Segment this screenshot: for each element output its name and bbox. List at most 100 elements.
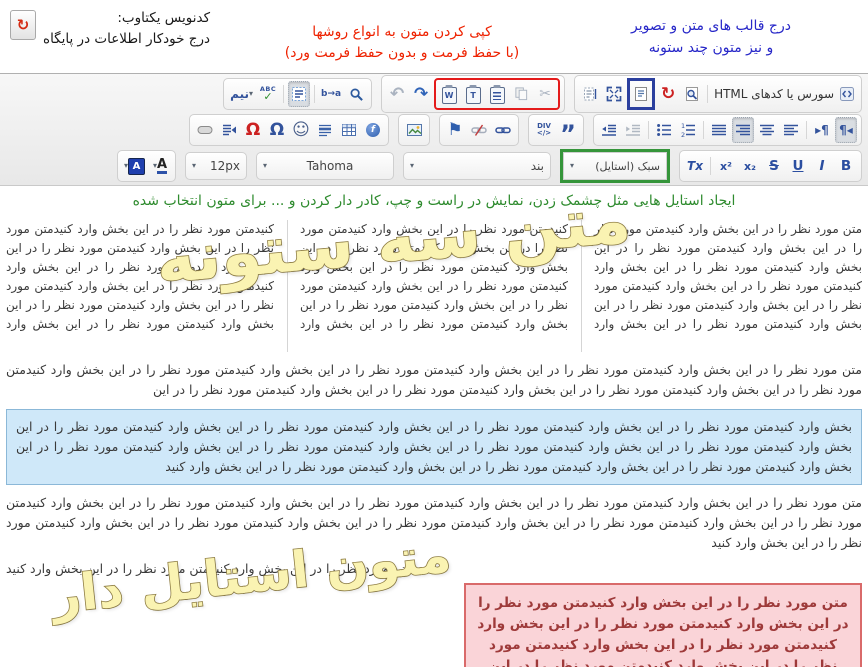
align-right-button[interactable] <box>732 117 754 143</box>
div-container-button[interactable]: DIV </> <box>533 117 555 143</box>
search-icon <box>349 87 364 102</box>
preview-icon <box>684 86 700 102</box>
superscript-button[interactable]: x² <box>715 153 737 179</box>
indent-decrease-button[interactable] <box>598 117 620 143</box>
paste-from-word-button[interactable]: W <box>438 81 460 107</box>
subscript-button[interactable]: x₂ <box>739 153 761 179</box>
block-group: DIV </> ” <box>528 114 584 146</box>
strikethrough-icon: S <box>769 158 779 174</box>
italic-icon: I <box>819 158 824 174</box>
spellcheck-button[interactable]: ABC ✓ <box>257 81 279 107</box>
superscript-icon: x² <box>720 160 732 173</box>
blockquote-button[interactable]: ” <box>557 117 579 143</box>
show-blocks-button[interactable] <box>579 81 601 107</box>
toolbar-row-2: Ω Ω ☺ f <box>6 112 862 148</box>
flash-button[interactable]: f <box>362 117 384 143</box>
codewriter-annotation-line2: درج خودکار اطلاعات در پایگاه <box>43 29 210 50</box>
paste-annotation-frame: W T ✂ <box>434 78 560 110</box>
codewriter-annotation: کدنویس یکتاوب: درج خودکار اطلاعات در پای… <box>10 8 232 50</box>
indent-increase-icon <box>625 123 641 138</box>
copy-button[interactable] <box>510 81 532 107</box>
body-paragraph-1[interactable]: متن مورد نظر را در این بخش وارد کنیدمتن … <box>6 360 862 400</box>
special-char-farsi-button[interactable]: Ω <box>242 117 264 143</box>
search-button[interactable] <box>345 81 367 107</box>
italic-button[interactable]: I <box>811 153 833 179</box>
strikethrough-button[interactable]: S <box>763 153 785 179</box>
text-color-button[interactable]: ▾ A <box>149 153 171 179</box>
image-button[interactable] <box>403 117 425 143</box>
half-space-button[interactable]: نیم ▾ <box>228 81 255 107</box>
anchor-flag-icon: ⚑ <box>447 122 462 139</box>
align-right-icon <box>735 123 751 138</box>
paragraph-format-dropdown[interactable]: ▾ بند <box>403 152 551 180</box>
source-button[interactable]: سورس یا کدهای HTML <box>712 81 857 107</box>
paste-button[interactable] <box>486 81 508 107</box>
blue-highlight-box[interactable]: بخش وارد کنیدمتن مورد نظر را در این بخش … <box>6 409 862 485</box>
omega-blue-icon: Ω <box>270 122 284 139</box>
codewriter-icon: ↻ <box>17 16 30 34</box>
style-dropdown[interactable]: ▾ سبک (استایل) <box>563 152 667 180</box>
undo-button[interactable]: ↶ <box>386 81 408 107</box>
editor-content[interactable]: متن مورد نظر را در این بخش وارد کنیدمتن … <box>0 220 868 667</box>
numbered-list-button[interactable]: 12 <box>677 117 699 143</box>
unlink-button[interactable] <box>468 117 490 143</box>
anchor-button[interactable]: ⚑ <box>444 117 466 143</box>
special-char-button[interactable]: Ω <box>266 117 288 143</box>
select-all-button[interactable] <box>288 81 310 107</box>
find-replace-button[interactable]: b→a <box>319 81 343 107</box>
codewriter-mini-button[interactable]: ↻ <box>10 10 36 40</box>
link-button[interactable] <box>492 117 514 143</box>
separator <box>710 157 711 175</box>
toolbar-row-1: نیم ▾ ABC ✓ b→a <box>6 76 862 112</box>
find-group: نیم ▾ ABC ✓ b→a <box>223 78 372 110</box>
chevron-down-icon: ▾ <box>570 162 574 170</box>
paste-icon <box>490 87 505 104</box>
document-group: ↻ سورس یا کدهای HTML <box>574 75 862 113</box>
paste-text-icon: T <box>466 87 481 104</box>
body-paragraph-2[interactable]: متن مورد نظر را در این بخش وارد کنیدمتن … <box>6 493 862 553</box>
page-break-button[interactable] <box>218 117 240 143</box>
table-button[interactable] <box>338 117 360 143</box>
align-center-button[interactable] <box>756 117 778 143</box>
bullet-list-button[interactable] <box>653 117 675 143</box>
horizontal-rule-button[interactable] <box>314 117 336 143</box>
copy-annotation: کپی کردن متون به انواع روشها (با حفظ فرم… <box>237 22 567 64</box>
remove-format-button[interactable]: Tx <box>684 153 706 179</box>
smiley-icon: ☺ <box>292 122 310 139</box>
maximize-button[interactable] <box>603 81 625 107</box>
subscript-icon: x₂ <box>744 160 756 173</box>
text-color-icon: A <box>157 158 167 175</box>
templates-button[interactable] <box>630 81 652 107</box>
templates-icon <box>633 86 649 102</box>
pink-styled-box[interactable]: متن مورد نظر را در این بخش وارد کنیدمتن … <box>464 583 862 667</box>
rtl-direction-button[interactable]: ¶◂ <box>835 117 857 143</box>
separator <box>806 121 807 139</box>
ltr-direction-button[interactable]: ▸¶ <box>811 117 833 143</box>
body-paragraph-3[interactable]: متن مورد نظر را در این بخش وارد کنیدمتن … <box>6 559 862 579</box>
quote-icon: ” <box>560 120 576 140</box>
clipboard-group: ↶ ↷ W T <box>381 75 565 113</box>
cut-button[interactable]: ✂ <box>534 81 556 107</box>
bold-button[interactable]: B <box>835 153 857 179</box>
indent-increase-button[interactable] <box>622 117 644 143</box>
maximize-icon <box>606 86 622 102</box>
background-color-button[interactable]: ▾ A <box>122 153 147 179</box>
redo-button[interactable]: ↷ <box>410 81 432 107</box>
paste-plain-text-button[interactable]: T <box>462 81 484 107</box>
underline-button[interactable]: U <box>787 153 809 179</box>
three-column-text[interactable]: متن مورد نظر را در این بخش وارد کنیدمتن … <box>6 220 862 352</box>
separator <box>648 121 649 139</box>
source-label: سورس یا کدهای HTML <box>714 87 834 101</box>
separator <box>703 121 704 139</box>
preview-button[interactable] <box>681 81 703 107</box>
style-value: سبک (استایل) <box>580 160 660 173</box>
justify-button[interactable] <box>708 117 730 143</box>
yektaweb-codewriter-button[interactable]: ↻ <box>657 81 679 107</box>
font-size-dropdown[interactable]: ▾ 12px <box>185 152 247 180</box>
form-button-button[interactable] <box>194 117 216 143</box>
insert-group: Ω Ω ☺ f <box>189 114 389 146</box>
font-family-dropdown[interactable]: ▾ Tahoma <box>256 152 394 180</box>
smiley-button[interactable]: ☺ <box>290 117 312 143</box>
div-icon: DIV </> <box>537 123 551 137</box>
align-left-button[interactable] <box>780 117 802 143</box>
